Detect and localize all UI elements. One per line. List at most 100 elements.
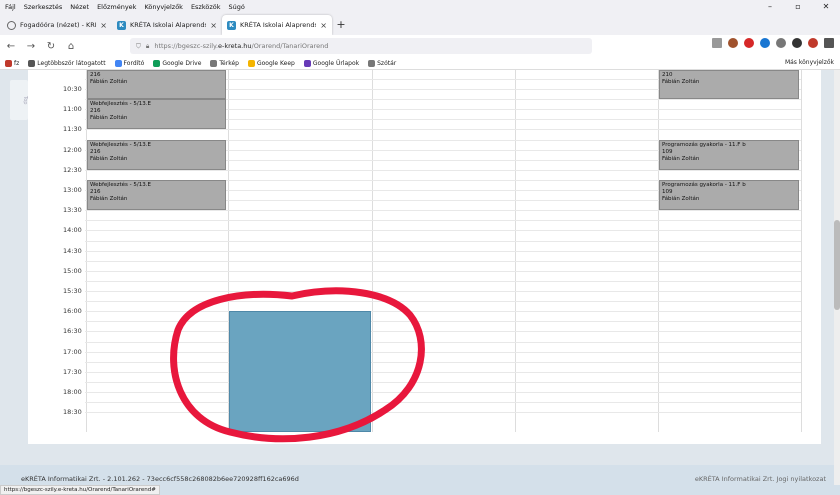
bookmark-label: Fordító xyxy=(123,59,145,67)
scrollbar[interactable] xyxy=(834,70,840,485)
bookmark-label: Legtöbbször látogatott xyxy=(37,59,106,67)
close-tab-icon[interactable]: × xyxy=(210,21,217,30)
kreta-icon: K xyxy=(117,20,126,30)
extension-icon[interactable] xyxy=(808,38,818,48)
extension-icon[interactable] xyxy=(776,38,786,48)
bookmark-icon xyxy=(303,59,311,67)
close-tab-icon[interactable]: × xyxy=(100,21,107,30)
row-divider xyxy=(85,291,801,292)
time-label: 15:30 xyxy=(63,287,82,295)
reload-icon[interactable]: ↻ xyxy=(44,41,58,52)
bookmark-icon xyxy=(28,59,36,67)
time-label: 16:00 xyxy=(63,307,82,316)
kreta-icon: K xyxy=(227,20,236,30)
browser-tab[interactable]: K KRÉTA Iskolai Alaprendszer× xyxy=(222,15,332,35)
maximize-icon[interactable]: ▫ xyxy=(784,0,812,13)
bookmark-icon xyxy=(210,59,218,67)
bookmark-item[interactable]: Térkép xyxy=(210,59,239,67)
side-tab[interactable]: Top xyxy=(10,80,28,120)
time-label: 17:30 xyxy=(63,367,82,376)
home-icon[interactable]: ⌂ xyxy=(64,41,78,52)
row-divider xyxy=(85,210,801,212)
bookmark-icon xyxy=(368,59,376,67)
timetable: 10:30 11:00 11:30 12:00 12:30 13:00 13:30 14:00… xyxy=(50,70,802,432)
back-icon[interactable]: ← xyxy=(4,41,18,52)
address-bar[interactable]: ⛉ 🔒︎ https://bgeszc-szily.e-kreta.hu/Ora… xyxy=(130,38,592,54)
menu-item[interactable]: Fájl xyxy=(5,3,16,11)
tab-label: Fogadóóra (nézet) - KRÉTA Ele... xyxy=(20,21,96,29)
lesson-event[interactable]: 210 Fábián Zoltán xyxy=(659,70,799,100)
bookmark-label: Szótár xyxy=(377,59,397,67)
library-icon[interactable] xyxy=(712,38,722,48)
timetable-panel: 10:30 11:00 11:30 12:00 12:30 13:00 13:30 14:00… xyxy=(28,70,821,444)
bookmark-item[interactable]: Google Űrlapok xyxy=(303,59,359,67)
other-bookmarks[interactable]: Más könyvjelzők xyxy=(785,59,834,66)
bookmark-item[interactable]: fz xyxy=(5,59,19,67)
lesson-event[interactable]: Webfejlesztés - 5/13.E 216 Fábián Zoltán xyxy=(87,99,226,130)
event-title: Webfejlesztés - 5/13.E xyxy=(90,141,151,148)
extension-icon[interactable] xyxy=(792,38,802,48)
row-divider xyxy=(85,311,801,313)
minimize-icon[interactable]: – xyxy=(756,0,784,13)
row-divider xyxy=(85,331,801,333)
row-divider xyxy=(85,230,801,232)
browser-tab[interactable]: K KRÉTA Iskolai Alaprendszer× xyxy=(112,15,222,35)
new-tab-button[interactable]: + xyxy=(332,15,350,35)
bookmark-item[interactable]: Fordító xyxy=(114,59,145,67)
event-teacher: Fábián Zoltán xyxy=(662,155,700,162)
scrollbar-thumb[interactable] xyxy=(834,220,840,310)
profile-icon[interactable] xyxy=(728,38,738,48)
footer-legal-link[interactable]: eKRÉTA Informatikai Zrt. Jogi nyilatkoza… xyxy=(695,475,826,483)
bookmark-item[interactable]: Legtöbbször látogatott xyxy=(28,59,106,67)
event-room: 216 xyxy=(90,72,101,78)
lesson-event[interactable]: Programozás gyakorla - 11.F b 109 Fábián Z… xyxy=(659,179,799,211)
time-label: 17:00 xyxy=(63,347,82,356)
extension-icon[interactable] xyxy=(760,38,770,48)
event-room: 216 xyxy=(90,148,101,155)
lesson-event[interactable]: Webfejlesztés - 5/13.E 216 Fábián Zoltán xyxy=(87,179,226,211)
time-label: 11:00 xyxy=(63,105,82,114)
tab-label: KRÉTA Iskolai Alaprendszer xyxy=(240,21,317,29)
bookmark-label: Google Drive xyxy=(162,59,202,67)
row-divider xyxy=(85,341,801,343)
bookmark-label: Térkép xyxy=(219,59,239,67)
bookmark-item[interactable]: Szótár xyxy=(368,59,397,67)
bookmark-item[interactable]: Google Keep xyxy=(247,59,295,67)
menu-item[interactable]: Nézet xyxy=(70,3,89,11)
menu-icon[interactable] xyxy=(824,38,834,48)
lesson-event[interactable]: Webfejlesztés - 5/13.E 216 Fábián Zoltán xyxy=(87,139,226,170)
selected-time-block[interactable] xyxy=(229,311,371,432)
time-label: 14:30 xyxy=(63,246,82,255)
row-divider xyxy=(85,240,801,242)
time-label: 12:30 xyxy=(63,165,82,174)
bookmark-label: Google Keep xyxy=(256,59,295,67)
close-tab-icon[interactable]: × xyxy=(320,21,327,30)
row-divider xyxy=(85,351,801,353)
bookmarks-bar: fz Legtöbbször látogatott Fordító Google Dr… xyxy=(0,57,840,70)
menu-item[interactable]: Eszközök xyxy=(191,3,221,11)
row-divider xyxy=(85,260,801,262)
event-room: 109 xyxy=(662,148,673,155)
row-divider xyxy=(85,250,801,252)
forward-icon[interactable]: → xyxy=(24,41,38,52)
event-teacher: Fábián Zoltán xyxy=(662,195,700,202)
menu-item[interactable]: Szerkesztés xyxy=(24,3,62,11)
row-divider xyxy=(85,129,801,131)
event-room: 210 xyxy=(662,72,673,78)
menu-item[interactable]: Előzmények xyxy=(97,3,136,11)
close-icon[interactable]: ✕ xyxy=(812,0,840,13)
event-teacher: Fábián Zoltán xyxy=(90,195,128,202)
extension-icon[interactable] xyxy=(744,38,754,48)
row-divider xyxy=(85,412,801,414)
row-divider xyxy=(85,392,801,393)
menu-item[interactable]: Könyvjelzők xyxy=(144,3,183,11)
browser-tab[interactable]: Fogadóóra (nézet) - KRÉTA Ele... × xyxy=(2,15,112,35)
menu-item[interactable]: Súgó xyxy=(229,3,245,11)
event-title: Programozás gyakorla - 11.F b xyxy=(662,181,746,188)
time-label: 13:30 xyxy=(63,206,82,215)
lesson-event[interactable]: 216 Fábián Zoltán xyxy=(87,70,226,100)
lesson-event[interactable]: Programozás gyakorla - 11.F b 109 Fábián Z… xyxy=(659,139,799,170)
event-room: 109 xyxy=(662,188,673,195)
bookmark-item[interactable]: Google Drive xyxy=(153,59,202,67)
tab-bar: Fogadóóra (nézet) - KRÉTA Ele... × K KRÉTA … xyxy=(0,13,840,35)
